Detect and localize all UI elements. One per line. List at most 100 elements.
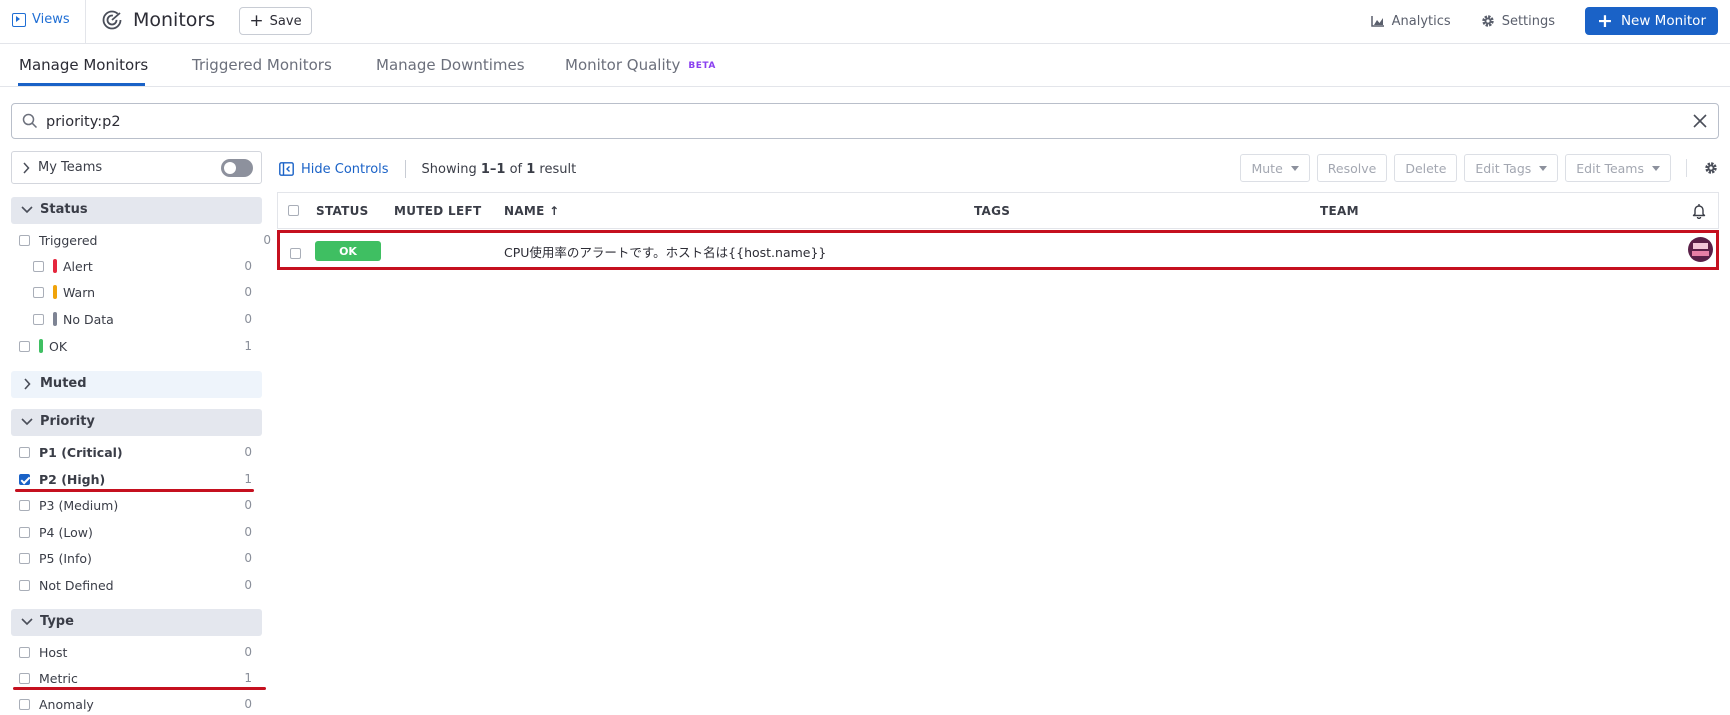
monitor-name[interactable]: CPU使用率のアラートです。ホスト名は{{host.name}} — [504, 242, 826, 261]
checkbox[interactable] — [19, 499, 30, 511]
facet-label: P5 (Info) — [39, 550, 92, 566]
checkbox[interactable] — [33, 260, 44, 272]
analytics-link[interactable]: Analytics — [1370, 13, 1451, 29]
no-data-color-pill — [53, 312, 57, 326]
search-input[interactable] — [46, 110, 1646, 134]
checkbox[interactable] — [19, 526, 30, 538]
facet-p4[interactable]: P4 (Low) 0 — [19, 522, 252, 542]
delete-button[interactable]: Delete — [1394, 154, 1458, 182]
divider — [1686, 159, 1687, 177]
ok-color-pill — [39, 339, 43, 353]
delete-label: Delete — [1405, 160, 1447, 176]
alert-color-pill — [53, 259, 57, 273]
checkbox-checked[interactable] — [19, 473, 30, 485]
checkbox[interactable] — [19, 646, 30, 658]
checkbox[interactable] — [19, 698, 30, 710]
result-range: 1–1 — [480, 161, 506, 177]
mute-button[interactable]: Mute — [1240, 154, 1310, 182]
facet-count: 0 — [244, 498, 252, 512]
table-header: STATUS MUTED LEFT NAME ↑ TAGS TEAM — [277, 192, 1719, 229]
edit-teams-label: Edit Teams — [1576, 160, 1644, 176]
save-button[interactable]: + Save — [239, 7, 312, 35]
column-team[interactable]: TEAM — [1320, 204, 1359, 218]
tab-manage-downtimes[interactable]: Manage Downtimes — [376, 56, 525, 74]
facet-count: 0 — [263, 233, 271, 247]
row-checkbox[interactable] — [290, 248, 301, 259]
resolve-button[interactable]: Resolve — [1316, 154, 1388, 182]
facet-p3[interactable]: P3 (Medium) 0 — [19, 495, 252, 515]
analytics-label: Analytics — [1391, 13, 1451, 29]
facet-count: 1 — [244, 472, 252, 486]
top-right-actions: Analytics Settings + New Monitor — [1370, 7, 1718, 35]
tab-label: Triggered Monitors — [192, 56, 332, 74]
facet-no-data[interactable]: No Data 0 — [33, 309, 252, 329]
facet-p2[interactable]: P2 (High) 1 — [19, 469, 252, 489]
collapse-panel-icon — [279, 162, 294, 176]
page-title-text: Monitors — [133, 9, 216, 31]
my-teams-label: My Teams — [38, 160, 103, 175]
type-section-header[interactable]: Type — [11, 609, 262, 636]
result-total: 1 — [526, 161, 536, 177]
views-button[interactable]: Views — [12, 12, 70, 27]
column-status[interactable]: STATUS — [316, 204, 369, 218]
facet-p1[interactable]: P1 (Critical) 0 — [19, 442, 252, 462]
checkbox[interactable] — [19, 552, 30, 564]
column-tags[interactable]: TAGS — [974, 204, 1010, 218]
facet-count: 0 — [244, 312, 252, 326]
column-name[interactable]: NAME ↑ — [504, 204, 560, 218]
facet-label: P4 (Low) — [39, 524, 93, 540]
my-teams-toggle[interactable] — [221, 159, 253, 177]
facet-triggered[interactable]: Triggered 0 — [19, 230, 271, 250]
checkbox[interactable] — [19, 340, 30, 352]
facet-label: P1 (Critical) — [39, 444, 123, 460]
bell-icon[interactable] — [1692, 203, 1706, 219]
checkbox[interactable] — [19, 579, 30, 591]
gear-icon[interactable] — [1704, 161, 1718, 175]
facet-ok[interactable]: OK 1 — [19, 336, 252, 356]
views-label: Views — [32, 12, 70, 27]
priority-section-header[interactable]: Priority — [11, 409, 262, 436]
tab-monitor-quality[interactable]: Monitor Quality BETA — [565, 56, 716, 74]
facet-count: 0 — [244, 525, 252, 539]
checkbox[interactable] — [33, 286, 44, 298]
tab-triggered-monitors[interactable]: Triggered Monitors — [192, 56, 332, 74]
facet-count: 0 — [244, 578, 252, 592]
column-muted-left[interactable]: MUTED LEFT — [394, 204, 481, 218]
facet-label: Not Defined — [39, 577, 114, 593]
section-title: Status — [40, 202, 88, 217]
facet-metric[interactable]: Metric 1 — [19, 668, 252, 688]
edit-tags-label: Edit Tags — [1475, 160, 1532, 176]
search-icon — [22, 113, 38, 129]
facet-host[interactable]: Host 0 — [19, 642, 252, 662]
select-all-checkbox[interactable] — [288, 205, 299, 216]
chevron-down-icon — [21, 206, 33, 214]
hide-controls-button[interactable]: Hide Controls — [279, 162, 389, 177]
muted-section-header[interactable]: Muted — [11, 371, 262, 398]
gear-icon — [1481, 15, 1494, 27]
facet-label: Metric — [39, 670, 78, 686]
my-teams-toggle-row[interactable]: My Teams — [11, 151, 262, 184]
analytics-icon — [1370, 16, 1384, 27]
checkbox[interactable] — [19, 446, 30, 458]
facet-p5[interactable]: P5 (Info) 0 — [19, 548, 252, 568]
facet-not-defined[interactable]: Not Defined 0 — [19, 575, 252, 595]
close-icon[interactable] — [1691, 112, 1709, 130]
new-monitor-button[interactable]: + New Monitor — [1585, 7, 1718, 35]
tab-manage-monitors[interactable]: Manage Monitors — [19, 56, 148, 74]
edit-teams-button[interactable]: Edit Teams — [1565, 154, 1671, 182]
caret-down-icon — [1290, 165, 1299, 171]
settings-link[interactable]: Settings — [1481, 14, 1555, 29]
checkbox[interactable] — [19, 234, 30, 246]
edit-tags-button[interactable]: Edit Tags — [1464, 154, 1559, 182]
facet-count: 0 — [244, 645, 252, 659]
checkbox[interactable] — [33, 313, 44, 325]
facet-label: Anomaly — [39, 696, 94, 712]
facet-count: 1 — [244, 339, 252, 353]
facet-alert[interactable]: Alert 0 — [33, 256, 252, 276]
status-section-header[interactable]: Status — [11, 197, 262, 224]
checkbox[interactable] — [19, 672, 30, 684]
search-bar — [11, 103, 1719, 139]
table-row[interactable]: OK CPU使用率のアラートです。ホスト名は{{host.name}} — [277, 230, 1719, 270]
facet-warn[interactable]: Warn 0 — [33, 282, 252, 302]
facet-anomaly[interactable]: Anomaly 0 — [19, 694, 252, 714]
